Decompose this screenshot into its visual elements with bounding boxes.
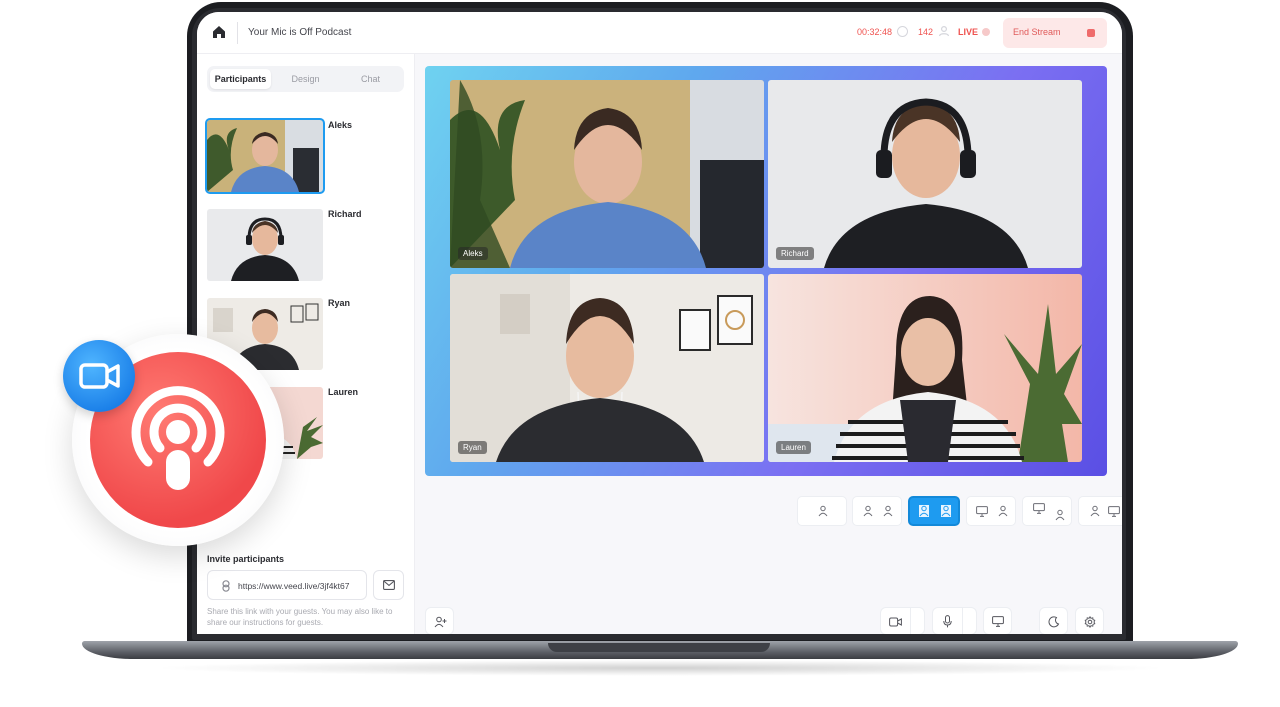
participant-name: Aleks xyxy=(328,120,353,130)
screen-icon xyxy=(976,506,988,517)
invite-note: Share this link with your guests. You ma… xyxy=(207,607,393,627)
invite-link-field[interactable]: https://www.veed.live/3jf4kt67 xyxy=(207,570,367,600)
person-icon xyxy=(919,505,929,517)
tile-label: Lauren xyxy=(776,441,811,454)
button-divider xyxy=(910,608,911,634)
participant-name: Ryan xyxy=(328,298,351,308)
layout-two-person-active-button[interactable] xyxy=(908,496,960,526)
invite-title: Invite participants xyxy=(207,554,285,564)
mic-toggle-button[interactable] xyxy=(932,607,977,634)
layout-two-person-button[interactable] xyxy=(852,496,902,526)
person-icon xyxy=(818,505,828,517)
home-icon[interactable] xyxy=(211,24,227,40)
participants-panel: Participants Design Chat Aleks Richard R… xyxy=(197,54,415,634)
end-stream-label: End Stream xyxy=(1013,27,1061,37)
mail-button[interactable] xyxy=(373,570,404,600)
video-tile-lauren[interactable]: Lauren xyxy=(768,274,1082,462)
video-camera-icon xyxy=(79,363,120,389)
laptop-shadow xyxy=(150,660,1170,676)
top-bar: Your Mic is Off Podcast 00:32:48 142 LIV… xyxy=(197,12,1122,54)
tile-label: Ryan xyxy=(458,441,487,454)
clock-icon xyxy=(897,26,908,37)
camera-badge xyxy=(63,340,135,412)
video-tile-richard[interactable]: Richard xyxy=(768,80,1082,268)
layout-screen-small-person-button[interactable] xyxy=(1022,496,1072,526)
gear-icon xyxy=(1084,616,1096,628)
laptop-notch xyxy=(548,643,770,652)
layout-single-button[interactable] xyxy=(797,496,847,526)
top-bar-divider xyxy=(237,22,238,44)
add-participant-button[interactable] xyxy=(425,607,454,634)
person-icon xyxy=(1090,505,1100,517)
camera-toggle-button[interactable] xyxy=(880,607,925,634)
panel-tabs: Participants Design Chat xyxy=(207,66,404,92)
invite-link-text: https://www.veed.live/3jf4kt67 xyxy=(238,581,350,591)
person-icon xyxy=(863,505,873,517)
podcast-title: Your Mic is Off Podcast xyxy=(248,27,352,38)
tile-label: Aleks xyxy=(458,247,488,260)
viewer-count: 142 xyxy=(918,27,934,37)
mail-icon xyxy=(383,580,395,590)
person-icon xyxy=(938,25,950,37)
person-icon xyxy=(883,505,893,517)
link-icon xyxy=(222,580,230,592)
stop-icon xyxy=(1087,29,1095,37)
person-icon xyxy=(941,505,951,517)
participant-name: Richard xyxy=(328,209,362,219)
screen-share-button[interactable] xyxy=(983,607,1012,634)
stage-frame: Aleks Richard Ryan Lauren xyxy=(425,66,1107,476)
end-stream-button[interactable]: End Stream xyxy=(1003,18,1107,48)
stage-area: Aleks Richard Ryan Lauren xyxy=(415,54,1122,634)
mic-icon xyxy=(943,615,952,628)
stream-timer: 00:32:48 xyxy=(857,27,893,37)
participant-thumbnail-richard[interactable] xyxy=(207,209,323,281)
live-label: LIVE xyxy=(958,27,979,37)
screen-icon xyxy=(1108,506,1120,517)
person-icon xyxy=(998,505,1008,517)
participant-name: Lauren xyxy=(328,387,359,397)
participant-thumbnail-aleks[interactable] xyxy=(205,118,325,194)
layout-screen-person-button[interactable] xyxy=(966,496,1016,526)
camera-icon xyxy=(889,617,902,627)
person-icon xyxy=(1055,509,1065,521)
screen-icon xyxy=(1033,503,1045,514)
dark-mode-button[interactable] xyxy=(1039,607,1068,634)
app-screen: Your Mic is Off Podcast 00:32:48 142 LIV… xyxy=(197,12,1122,634)
tab-design[interactable]: Design xyxy=(275,69,336,89)
screen-icon xyxy=(992,616,1004,627)
tile-label: Richard xyxy=(776,247,814,260)
add-person-icon xyxy=(434,616,447,628)
tab-chat[interactable]: Chat xyxy=(340,69,401,89)
settings-button[interactable] xyxy=(1075,607,1104,634)
moon-icon xyxy=(1048,616,1060,628)
button-divider xyxy=(962,608,963,634)
live-dot xyxy=(982,28,990,36)
video-tile-aleks[interactable]: Aleks xyxy=(450,80,764,268)
video-tile-ryan[interactable]: Ryan xyxy=(450,274,764,462)
layout-person-screen-button[interactable] xyxy=(1078,496,1122,526)
tab-participants[interactable]: Participants xyxy=(210,69,271,89)
